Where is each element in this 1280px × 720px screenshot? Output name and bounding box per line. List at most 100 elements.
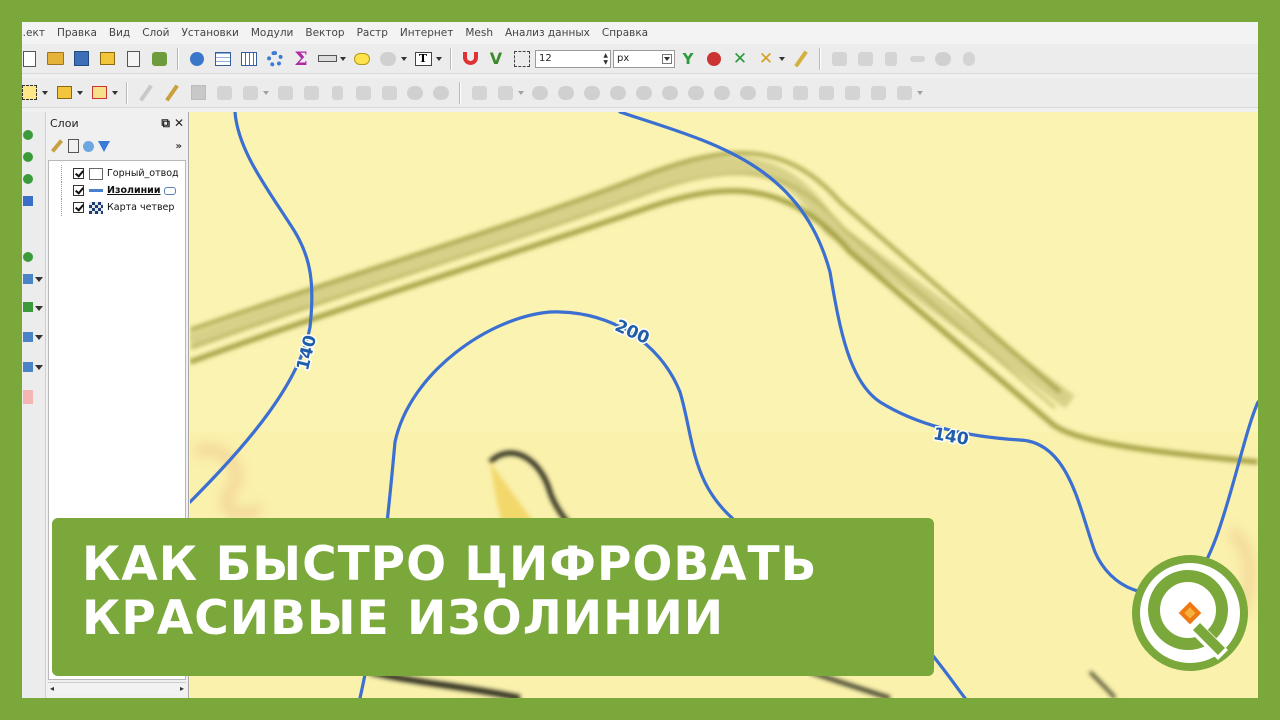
annotation-dropdown-icon[interactable]: [436, 56, 442, 61]
advanced-digitize-15[interactable]: [841, 82, 863, 104]
more-icon[interactable]: »: [176, 141, 182, 152]
measure-button[interactable]: [316, 48, 338, 70]
vertex-dropdown-icon[interactable]: [263, 90, 269, 95]
self-snapping-button[interactable]: ✕: [755, 48, 777, 70]
new-layout-button[interactable]: [96, 48, 118, 70]
snapping-tolerance-input[interactable]: 12 ▲ ▼: [535, 49, 611, 68]
menu-view[interactable]: Вид: [103, 27, 136, 39]
advanced-digitize-9[interactable]: [685, 82, 707, 104]
add-wcs-icon[interactable]: [23, 362, 33, 372]
layout-manager-button[interactable]: [122, 48, 144, 70]
wfs-dropdown-icon[interactable]: [35, 335, 43, 340]
avoid-overlap-button[interactable]: [703, 48, 725, 70]
brush-icon[interactable]: [50, 139, 64, 153]
add-delimited-icon[interactable]: [23, 196, 33, 206]
manage-themes-icon[interactable]: [68, 139, 79, 153]
advanced-digitize-7[interactable]: [633, 82, 655, 104]
vertex-tool-button[interactable]: [239, 82, 261, 104]
processing-toolbox-button[interactable]: [264, 48, 286, 70]
undo-edit-button[interactable]: [958, 48, 980, 70]
new-project-button[interactable]: [22, 48, 40, 70]
redo-button[interactable]: [430, 82, 452, 104]
current-edits-button[interactable]: [135, 82, 157, 104]
tracing-button[interactable]: [790, 48, 812, 70]
select-by-expression-button[interactable]: [53, 82, 75, 104]
horizontal-scrollbar[interactable]: ◂ ▸: [48, 682, 186, 694]
postgis-dropdown-icon[interactable]: [35, 277, 43, 282]
advanced-digitize-1[interactable]: [468, 82, 490, 104]
layer-item-gorny-otvod[interactable]: Горный_отвод: [49, 165, 185, 182]
deselect-button[interactable]: [88, 82, 110, 104]
undo-button[interactable]: [404, 82, 426, 104]
digitize-tool-2[interactable]: [854, 48, 876, 70]
select-dropdown-icon[interactable]: [42, 90, 48, 95]
select-features-button[interactable]: [22, 82, 40, 104]
advanced-digitize-8[interactable]: [659, 82, 681, 104]
menu-raster[interactable]: Растр: [351, 27, 394, 39]
layer-visibility-checkbox[interactable]: [73, 168, 84, 179]
identify-button[interactable]: [186, 48, 208, 70]
digitize-tool-5[interactable]: [932, 48, 954, 70]
add-oracle-icon[interactable]: [23, 390, 33, 404]
field-calculator-button[interactable]: [238, 48, 260, 70]
save-edits-button[interactable]: [187, 82, 209, 104]
delete-selected-button[interactable]: [300, 82, 322, 104]
locator-dropdown-icon[interactable]: [401, 56, 407, 61]
add-mesh-icon[interactable]: [23, 174, 33, 184]
advanced-digitize-6[interactable]: [607, 82, 629, 104]
add-vector-icon[interactable]: [23, 130, 33, 140]
menu-mesh[interactable]: Mesh: [459, 27, 499, 39]
open-project-button[interactable]: [44, 48, 66, 70]
modify-attributes-button[interactable]: [274, 82, 296, 104]
snapping-toggle-button[interactable]: [459, 48, 481, 70]
menu-layer[interactable]: Слой: [136, 27, 175, 39]
snapping-unit-select[interactable]: px: [613, 49, 675, 68]
float-panel-icon[interactable]: ⧉: [161, 116, 170, 131]
scroll-left-icon[interactable]: ◂: [50, 684, 54, 693]
advanced-digitize-16[interactable]: [867, 82, 889, 104]
layer-visibility-checkbox[interactable]: [73, 202, 84, 213]
cut-features-button[interactable]: [326, 82, 348, 104]
attribute-table-button[interactable]: [212, 48, 234, 70]
snap-type-button[interactable]: [511, 48, 533, 70]
filter-icon[interactable]: [98, 140, 110, 152]
advanced-digitize-3[interactable]: [529, 82, 551, 104]
menu-settings[interactable]: Установки: [176, 27, 245, 39]
wcs-dropdown-icon[interactable]: [35, 365, 43, 370]
layer-item-izolinii[interactable]: Изолинии: [49, 182, 185, 199]
intersection-snap-button[interactable]: ✕: [729, 48, 751, 70]
spin-arrows-icon[interactable]: ▲ ▼: [603, 52, 608, 66]
digitize-tool-4[interactable]: [906, 48, 928, 70]
close-icon[interactable]: ✕: [174, 116, 184, 130]
curve-dropdown-icon[interactable]: [518, 90, 524, 95]
add-postgis-icon[interactable]: [23, 274, 33, 284]
copy-features-button[interactable]: [352, 82, 374, 104]
measure-dropdown-icon[interactable]: [340, 56, 346, 61]
more-tools-dropdown-icon[interactable]: [917, 90, 923, 95]
locator-button[interactable]: [377, 48, 399, 70]
advanced-digitize-12[interactable]: [763, 82, 785, 104]
digitize-tool-3[interactable]: [880, 48, 902, 70]
add-feature-button[interactable]: [213, 82, 235, 104]
wms-dropdown-icon[interactable]: [35, 306, 43, 311]
topological-editing-button[interactable]: Y: [677, 48, 699, 70]
deselect-dropdown-icon[interactable]: [112, 90, 118, 95]
digitize-tool-1[interactable]: [828, 48, 850, 70]
snap-to-vertex-button[interactable]: V: [485, 48, 507, 70]
map-tips-button[interactable]: [351, 48, 373, 70]
add-wms-icon[interactable]: [23, 302, 33, 312]
advanced-digitize-17[interactable]: [893, 82, 915, 104]
scroll-right-icon[interactable]: ▸: [180, 684, 184, 693]
layer-visibility-checkbox[interactable]: [73, 185, 84, 196]
menu-web[interactable]: Интернет: [394, 27, 459, 39]
advanced-digitize-10[interactable]: [711, 82, 733, 104]
toggle-editing-button[interactable]: [161, 82, 183, 104]
advanced-digitize-11[interactable]: [737, 82, 759, 104]
menu-edit[interactable]: Правка: [51, 27, 103, 39]
advanced-digitize-13[interactable]: [789, 82, 811, 104]
advanced-digitize-14[interactable]: [815, 82, 837, 104]
advanced-digitize-4[interactable]: [555, 82, 577, 104]
text-annotation-button[interactable]: T: [412, 48, 434, 70]
add-raster-icon[interactable]: [23, 152, 33, 162]
snapping-dropdown-icon[interactable]: [779, 56, 785, 61]
